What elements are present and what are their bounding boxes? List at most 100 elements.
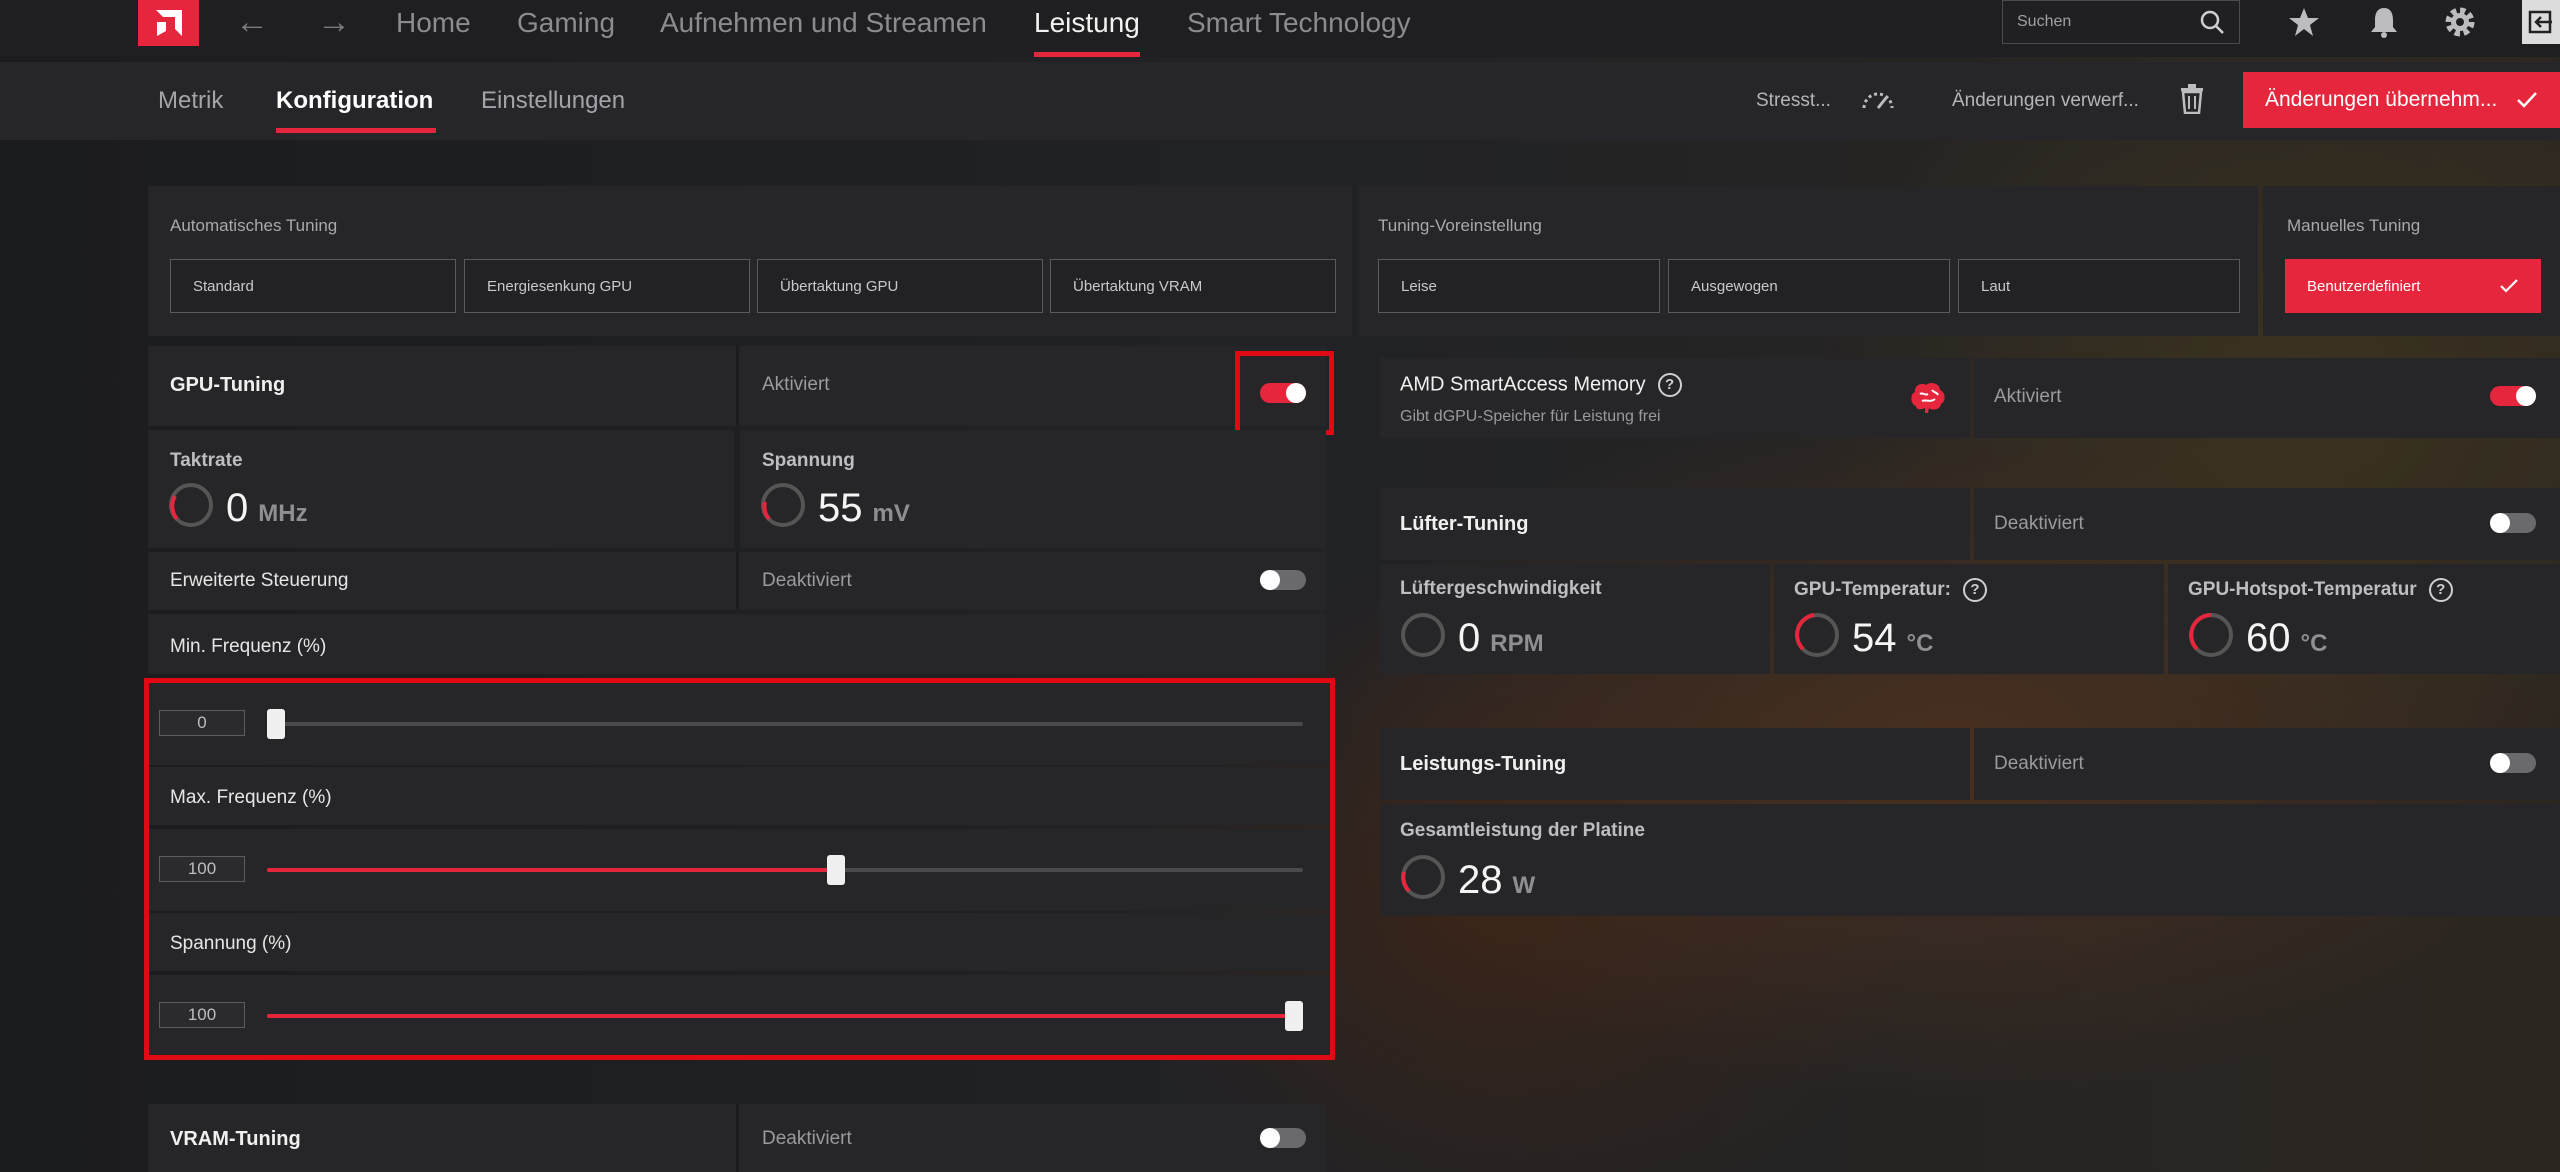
favorite-star-icon[interactable] [2282,0,2326,44]
preset-standard-button[interactable]: Standard [170,259,456,313]
power-tuning-row: Leistungs-Tuning [1380,728,1970,800]
clock-value: 0 [226,486,249,530]
board-power-unit: W [1512,872,1536,899]
voltage-percent-label: Spannung (%) [170,933,292,954]
voltage-value: 55 [818,486,863,530]
fan-speed-unit: RPM [1490,630,1544,657]
exit-window-icon[interactable] [2522,0,2560,44]
min-frequency-value-box[interactable]: 0 [159,710,245,736]
fan-tuning-state: Deaktiviert [1994,513,2084,534]
search-input[interactable] [2017,13,2187,31]
discard-changes-button[interactable]: Änderungen verwerf... [1952,62,2139,140]
hotspot-temperature-metric: GPU-Hotspot-Temperatur? 60 °C [2168,564,2560,674]
gpu-temperature-value: 54 [1852,616,1897,660]
max-frequency-fill [267,868,837,872]
gpu-temperature-readout: 54 °C [1852,616,1933,661]
max-frequency-slider-row: 100 [149,829,1330,911]
search-box[interactable] [2002,0,2240,44]
back-arrow-icon[interactable]: ← [232,2,272,42]
tuning-preset-label: Tuning-Voreinstellung [1378,216,1542,235]
board-power-value: 28 [1458,858,1503,902]
notification-bell-icon[interactable] [2362,0,2406,44]
vram-tuning-row: VRAM-Tuning Deaktiviert [148,1104,1326,1172]
nav-active-indicator [1034,52,1140,57]
fan-tuning-toggle[interactable] [2490,513,2536,533]
nav-tab-smart-technology[interactable]: Smart Technology [1187,0,1411,46]
preset-rage-button[interactable]: Laut [1958,259,2240,313]
voltage-percent-slider-row: 100 [149,975,1330,1055]
advanced-control-toggle[interactable] [1260,570,1306,590]
max-frequency-value-box[interactable]: 100 [159,856,245,882]
help-icon[interactable]: ? [2428,578,2453,602]
custom-tuning-label: Benutzerdefiniert [2307,277,2421,295]
preset-quiet-button[interactable]: Leise [1378,259,1660,313]
nav-tab-recording[interactable]: Aufnehmen und Streamen [660,0,987,46]
fan-tuning-title: Lüfter-Tuning [1400,513,1529,535]
settings-gear-icon[interactable] [2438,0,2482,44]
fan-tuning-row: Lüfter-Tuning [1380,488,1970,560]
preset-undervolt-button[interactable]: Energiesenkung GPU [464,259,750,313]
divider [736,1104,739,1172]
voltage-percent-fill [267,1014,1303,1018]
tuning-preset-panel: Tuning-Voreinstellung Leise Ausgewogen L… [1358,186,2258,336]
nav-tab-home[interactable]: Home [396,0,471,46]
check-icon [2517,92,2537,108]
help-icon[interactable]: ? [1962,578,1987,602]
voltage-percent-thumb[interactable] [1285,1001,1303,1031]
apply-changes-button[interactable]: Änderungen übernehm... [2243,72,2560,128]
fan-speed-gauge-icon [1401,613,1445,657]
power-tuning-toggle[interactable] [2490,753,2536,773]
voltage-percent-header: Spannung (%) [149,913,1330,971]
help-icon[interactable]: ? [1657,373,1682,397]
hotspot-temperature-readout: 60 °C [2246,616,2327,661]
advanced-control-state: Deaktiviert [762,570,852,591]
min-frequency-label: Min. Frequenz (%) [170,636,327,657]
stress-test-button[interactable]: Stresst... [1756,62,1831,140]
trash-icon[interactable] [2180,84,2204,114]
voltage-readout: 55 mV [818,486,910,531]
auto-tuning-panel: Automatisches Tuning Standard Energiesen… [148,186,1352,336]
auto-tuning-label: Automatisches Tuning [170,216,338,235]
nav-tab-gaming[interactable]: Gaming [517,0,615,46]
clock-label: Taktrate [170,450,243,471]
voltage-percent-value-box[interactable]: 100 [159,1002,245,1028]
manual-tuning-panel: Manuelles Tuning Benutzerdefiniert [2263,186,2560,336]
min-frequency-track[interactable] [267,722,1303,726]
gpu-tuning-toggle[interactable] [1260,383,1306,403]
subtab-metrics[interactable]: Metrik [158,62,223,140]
smartaccess-memory-subtitle: Gibt dGPU-Speicher für Leistung frei [1400,408,1661,425]
stress-gauge-icon[interactable] [1860,86,1896,112]
max-frequency-thumb[interactable] [826,855,845,885]
smartaccess-memory-toggle[interactable] [2490,386,2536,406]
gpu-temperature-label: GPU-Temperatur: [1794,579,1951,601]
board-power-readout: 28 W [1458,858,1535,903]
preset-balanced-button[interactable]: Ausgewogen [1668,259,1950,313]
fan-speed-metric: Lüftergeschwindigkeit 0 RPM [1380,564,1770,674]
gpu-temperature-metric: GPU-Temperatur:? 54 °C [1774,564,2164,674]
board-power-label: Gesamtleistung der Platine [1400,820,1645,841]
vram-tuning-title: VRAM-Tuning [170,1128,301,1150]
fan-speed-readout: 0 RPM [1458,616,1544,661]
power-tuning-state: Deaktiviert [1994,753,2084,774]
vram-tuning-toggle[interactable] [1260,1128,1306,1148]
hotspot-temperature-value: 60 [2246,616,2291,660]
divider [736,552,739,610]
vram-tuning-state: Deaktiviert [762,1128,852,1149]
forward-arrow-icon[interactable]: → [314,2,354,42]
fan-tuning-state-cell: Deaktiviert [1974,488,2560,560]
clock-metric: Taktrate 0 MHz [148,430,734,548]
preset-overclock-gpu-button[interactable]: Übertaktung GPU [757,259,1043,313]
gpu-tuning-row: GPU-Tuning Aktiviert [148,346,1326,426]
search-icon[interactable] [2199,9,2225,35]
min-frequency-thumb[interactable] [267,709,285,739]
subtab-active-indicator [276,128,436,133]
amd-logo-icon[interactable] [138,0,199,46]
preset-overclock-vram-button[interactable]: Übertaktung VRAM [1050,259,1336,313]
gpu-tuning-state: Aktiviert [762,374,830,395]
nav-tab-performance[interactable]: Leistung [1034,0,1140,46]
voltage-label: Spannung [762,450,855,471]
clock-gauge-icon [169,483,213,527]
subtab-settings[interactable]: Einstellungen [481,62,625,140]
custom-tuning-button[interactable]: Benutzerdefiniert [2285,259,2541,313]
board-power-gauge-icon [1401,855,1445,899]
